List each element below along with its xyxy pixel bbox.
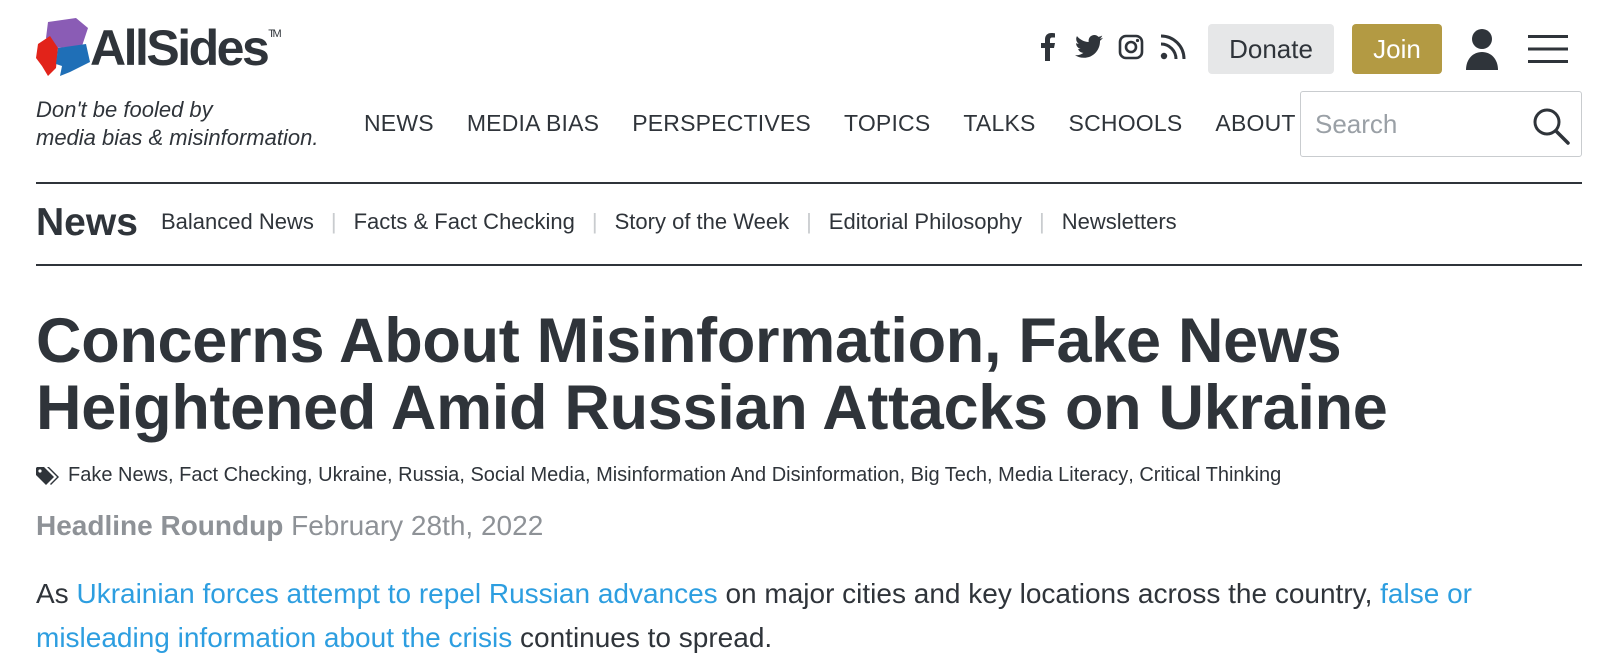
tagline: Don't be fooled by media bias & misinfor…	[36, 96, 356, 152]
tagline-line-1: Don't be fooled by	[36, 97, 213, 122]
subnav-separator: |	[1039, 209, 1045, 234]
nav-item-media-bias[interactable]: MEDIA BIAS	[467, 108, 599, 138]
subnav-facts-fact-checking[interactable]: Facts & Fact Checking	[354, 209, 575, 235]
donate-button[interactable]: Donate	[1208, 24, 1334, 74]
article-lead: As Ukrainian forces attempt to repel Rus…	[36, 572, 1576, 660]
subnav-story-of-the-week[interactable]: Story of the Week	[615, 209, 789, 235]
section-subnav: Balanced News | Facts & Fact Checking | …	[161, 209, 1177, 235]
main-navigation: NEWS MEDIA BIAS PERSPECTIVES TOPICS TALK…	[364, 108, 1329, 138]
tag-link[interactable]: Fake News	[68, 464, 168, 487]
tags-icon	[36, 466, 59, 485]
twitter-icon[interactable]	[1074, 32, 1104, 62]
nav-item-about[interactable]: ABOUT	[1215, 108, 1295, 138]
search-icon[interactable]	[1531, 106, 1571, 146]
subnav-separator: |	[330, 209, 337, 234]
tag-separator: ,	[387, 464, 399, 486]
rss-icon[interactable]	[1158, 32, 1188, 62]
trademark-mark: TM	[268, 28, 281, 40]
article-meta: Headline Roundup February 28th, 2022	[36, 510, 543, 542]
tag-separator: ,	[168, 464, 180, 486]
section-title: News	[36, 201, 138, 244]
tag-link[interactable]: Fact Checking	[179, 464, 307, 487]
allsides-logo[interactable]: AllSidesTM	[36, 18, 282, 78]
facebook-icon[interactable]	[1032, 32, 1062, 62]
hamburger-menu-icon[interactable]	[1528, 34, 1568, 64]
lead-text-2: on major cities and key locations across…	[717, 578, 1381, 609]
tag-link[interactable]: Media Literacy	[998, 464, 1128, 487]
join-button[interactable]: Join	[1352, 24, 1442, 74]
tag-link[interactable]: Critical Thinking	[1139, 464, 1281, 487]
article-tags: Fake News, Fact Checking, Ukraine, Russi…	[36, 464, 1281, 487]
lead-link-ukrainian-forces[interactable]: Ukrainian forces attempt to repel Russia…	[76, 578, 717, 609]
user-account-icon[interactable]	[1464, 28, 1500, 70]
nav-item-schools[interactable]: SCHOOLS	[1069, 108, 1183, 138]
article-type[interactable]: Headline Roundup	[36, 510, 283, 541]
nav-item-perspectives[interactable]: PERSPECTIVES	[632, 108, 811, 138]
search-input[interactable]	[1315, 92, 1525, 156]
instagram-icon[interactable]	[1116, 32, 1146, 62]
article-date: February 28th, 2022	[291, 510, 544, 541]
brand-name: AllSidesTM	[90, 20, 282, 76]
tag-separator: ,	[307, 464, 319, 486]
subnav-separator: |	[591, 209, 598, 234]
allsides-logo-mark	[36, 18, 90, 76]
tag-separator: ,	[899, 464, 911, 486]
article-headline: Concerns About Misinformation, Fake News…	[36, 308, 1576, 442]
tagline-line-2: media bias & misinformation.	[36, 125, 319, 150]
headline-line-2: Heightened Amid Russian Attacks on Ukrai…	[36, 373, 1388, 443]
header-divider	[36, 182, 1582, 184]
headline-line-1: Concerns About Misinformation, Fake News	[36, 306, 1342, 376]
tag-link[interactable]: Misinformation And Disinformation	[596, 464, 899, 487]
tag-link[interactable]: Russia	[398, 464, 459, 487]
subnav-balanced-news[interactable]: Balanced News	[161, 209, 314, 235]
search-box	[1300, 91, 1582, 157]
tag-separator: ,	[1128, 464, 1140, 486]
subnav-separator: |	[806, 209, 812, 234]
tag-link[interactable]: Social Media	[470, 464, 585, 487]
lead-text-3: continues to spread.	[512, 622, 773, 653]
lead-text-1: As	[36, 578, 77, 609]
subnav-editorial-philosophy[interactable]: Editorial Philosophy	[829, 209, 1022, 235]
nav-item-talks[interactable]: TALKS	[963, 108, 1035, 138]
subnav-newsletters[interactable]: Newsletters	[1062, 209, 1177, 235]
tag-separator: ,	[584, 464, 597, 486]
nav-item-news[interactable]: NEWS	[364, 108, 434, 138]
tag-link[interactable]: Ukraine	[318, 464, 387, 487]
tag-link[interactable]: Big Tech	[911, 464, 987, 487]
nav-item-topics[interactable]: TOPICS	[844, 108, 930, 138]
tag-separator: ,	[459, 464, 471, 486]
section-divider	[36, 264, 1582, 266]
tag-separator: ,	[987, 464, 999, 486]
